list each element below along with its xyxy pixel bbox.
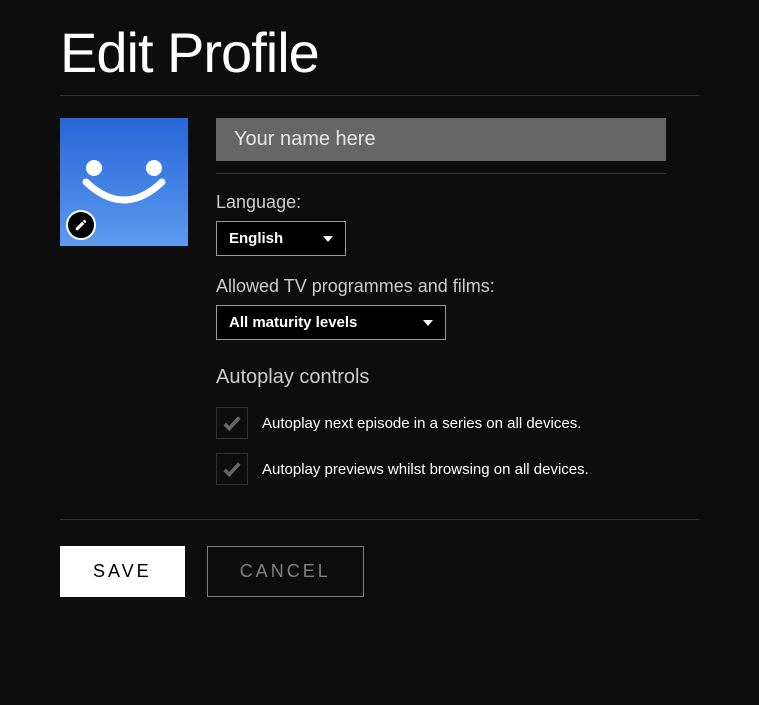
autoplay-previews-row: Autoplay previews whilst browsing on all…	[216, 453, 699, 485]
autoplay-next-episode-row: Autoplay next episode in a series on all…	[216, 407, 699, 439]
autoplay-previews-label: Autoplay previews whilst browsing on all…	[262, 461, 589, 478]
page-title: Edit Profile	[60, 20, 699, 85]
avatar-smile	[82, 178, 166, 218]
language-dropdown[interactable]: English	[216, 221, 346, 256]
caret-down-icon	[323, 236, 333, 242]
divider-name	[216, 173, 666, 174]
cancel-button[interactable]: CANCEL	[207, 546, 364, 597]
autoplay-next-episode-label: Autoplay next episode in a series on all…	[262, 415, 581, 432]
checkmark-icon	[221, 412, 243, 434]
profile-body: Language: English Allowed TV programmes …	[60, 96, 699, 499]
checkmark-icon	[221, 458, 243, 480]
maturity-label: Allowed TV programmes and films:	[216, 276, 699, 297]
autoplay-heading: Autoplay controls	[216, 366, 699, 389]
save-button[interactable]: SAVE	[60, 546, 185, 597]
maturity-selected: All maturity levels	[229, 314, 357, 331]
autoplay-next-episode-checkbox[interactable]	[216, 407, 248, 439]
pencil-icon	[74, 218, 88, 232]
profile-name-input[interactable]	[216, 118, 666, 161]
edit-avatar-button[interactable]	[66, 210, 96, 240]
caret-down-icon	[423, 320, 433, 326]
form-column: Language: English Allowed TV programmes …	[216, 118, 699, 499]
autoplay-previews-checkbox[interactable]	[216, 453, 248, 485]
avatar-eye-left	[86, 160, 102, 176]
language-label: Language:	[216, 192, 699, 213]
action-row: SAVE CANCEL	[60, 520, 699, 597]
language-selected: English	[229, 230, 283, 247]
avatar-eye-right	[146, 160, 162, 176]
avatar-wrapper	[60, 118, 188, 246]
maturity-dropdown[interactable]: All maturity levels	[216, 305, 446, 340]
